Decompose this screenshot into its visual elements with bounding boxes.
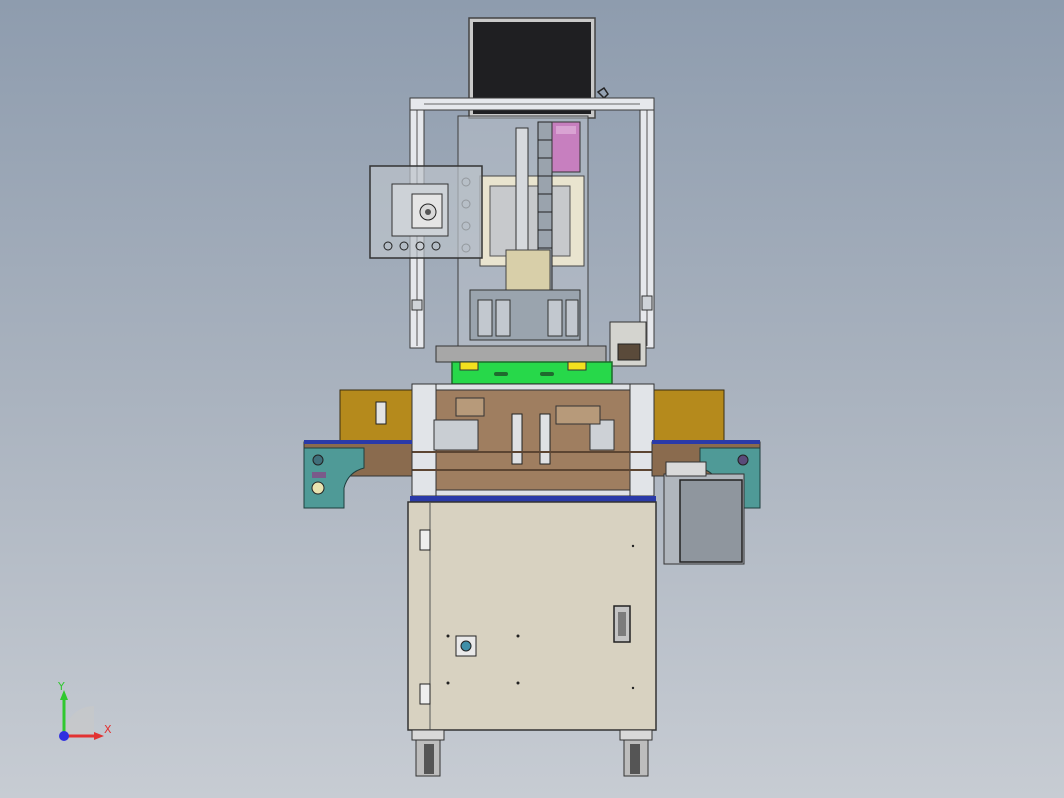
- triad-icon: Y X: [57, 680, 112, 741]
- machine-viewport[interactable]: Y X: [0, 0, 1064, 798]
- axis-y-label: Y: [57, 680, 65, 693]
- base-cabinet[interactable]: [407, 501, 657, 731]
- conveyor-section: [410, 383, 656, 502]
- hinge-icon: [419, 683, 431, 705]
- right-side-feeder: [651, 389, 725, 443]
- lock-icon: [455, 635, 477, 657]
- caster-wheel-icon: [619, 729, 653, 777]
- electrical-box: [663, 461, 745, 565]
- right-fixture: [609, 321, 647, 367]
- green-jig-plate: [435, 345, 613, 385]
- caster-wheel-icon: [411, 729, 445, 777]
- control-panel[interactable]: [369, 165, 483, 259]
- hinge-icon: [419, 529, 431, 551]
- left-teal-housing: [303, 447, 365, 509]
- axis-x-label: X: [104, 723, 112, 736]
- left-sensor: [375, 401, 387, 425]
